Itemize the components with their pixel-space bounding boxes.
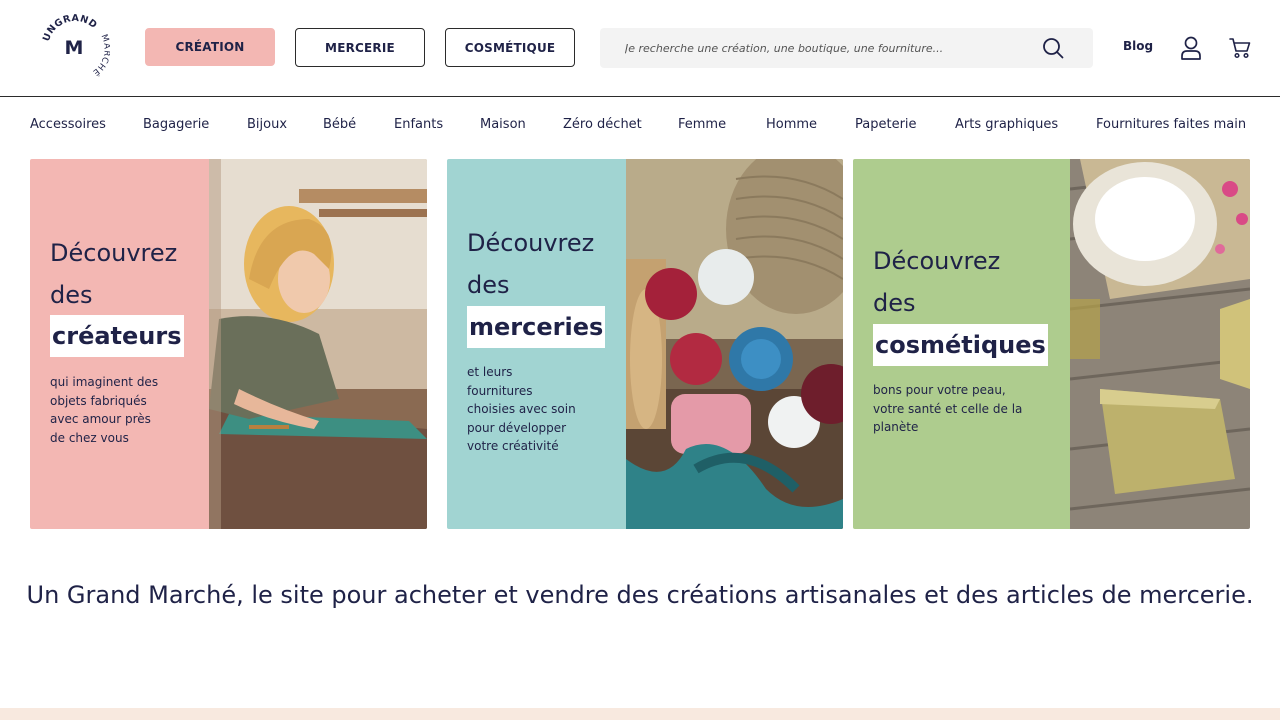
search-bar (600, 28, 1093, 68)
desc-line: qui imaginent des (50, 375, 159, 389)
desc-line: de chez vous (50, 430, 129, 445)
tagline: Un Grand Marché, le site pour acheter et… (26, 581, 1254, 609)
search-input[interactable] (600, 28, 1040, 68)
desc-line: votre créativité (467, 439, 559, 453)
creation-button[interactable]: CRÉATION (145, 28, 275, 66)
nav-item-enfants[interactable]: Enfants (394, 117, 443, 132)
card-createurs[interactable]: Découvrez des créateurs qui imaginent de… (30, 159, 427, 529)
card-cosmetiques[interactable]: Découvrez des cosmétiques bons pour votr… (853, 159, 1250, 529)
desc-line: et leurs (467, 365, 513, 379)
card-title-line1: Découvrez (873, 247, 1001, 275)
cosmetique-photo (1070, 159, 1250, 529)
nav-item-fournitures-faites-main[interactable]: Fournitures faites main (1096, 117, 1246, 132)
svg-text:MARCHÉ: MARCHÉ (90, 33, 110, 79)
desc-line: objets fabriqués (50, 393, 147, 408)
mercerie-photo (626, 159, 843, 529)
desc-line: bons pour votre peau, (873, 383, 1006, 397)
search-icon[interactable] (1042, 37, 1064, 59)
desc-line: fournitures (467, 383, 533, 398)
nav-item-bagagerie[interactable]: Bagagerie (143, 117, 209, 132)
desc-line: pour développer (467, 420, 567, 435)
logo-mark: UNGRAND MARCHÉ M (41, 14, 110, 79)
nav-item-arts-graphiques[interactable]: Arts graphiques (955, 117, 1058, 132)
mercerie-button[interactable]: MERCERIE (295, 28, 425, 67)
card-highlight: merceries (467, 306, 606, 348)
blog-link[interactable]: Blog (1123, 39, 1153, 53)
nav-item-homme[interactable]: Homme (766, 117, 817, 132)
card-title-line2: des (873, 289, 916, 317)
desc-line: votre santé et celle de la (873, 401, 1023, 416)
site-header: UNGRAND MARCHÉ M CRÉATION MERCERIE COSMÉ… (0, 0, 1280, 97)
card-highlight: créateurs (50, 315, 184, 357)
createur-photo (209, 159, 427, 529)
logo[interactable]: UNGRAND MARCHÉ M (40, 14, 110, 82)
card-title-line1: Découvrez (50, 239, 178, 267)
card-description: bons pour votre peau, votre santé et cel… (873, 381, 1022, 437)
card-merceries[interactable]: Découvrez des merceries et leurs fournit… (447, 159, 843, 529)
desc-line: avec amour près (50, 412, 151, 426)
card-description: et leurs fournitures choisies avec soin … (467, 363, 576, 456)
card-highlight: cosmétiques (873, 324, 1048, 366)
logo-bottom-text: MARCHÉ (90, 33, 110, 79)
nav-item-papeterie[interactable]: Papeterie (855, 117, 917, 132)
nav-item-bijoux[interactable]: Bijoux (247, 117, 287, 132)
desc-line: planète (873, 420, 919, 434)
cart-icon[interactable] (1229, 37, 1251, 59)
card-title-line1: Découvrez (467, 229, 595, 257)
nav-item-maison[interactable]: Maison (480, 117, 526, 132)
user-icon[interactable] (1180, 36, 1202, 60)
card-title-line2: des (50, 281, 93, 309)
logo-center-text: M (65, 37, 84, 59)
footer-band (0, 708, 1280, 720)
card-description: qui imaginent des objets fabriqués avec … (50, 373, 158, 447)
desc-line: choisies avec soin (467, 402, 576, 416)
nav-item-accessoires[interactable]: Accessoires (30, 117, 106, 132)
card-title-line2: des (467, 271, 510, 299)
category-nav: Accessoires Bagagerie Bijoux Bébé Enfant… (0, 97, 1280, 155)
nav-item-femme[interactable]: Femme (678, 117, 726, 132)
nav-item-bebe[interactable]: Bébé (323, 117, 356, 132)
cosmetique-button[interactable]: COSMÉTIQUE (445, 28, 575, 67)
nav-item-zero-dechet[interactable]: Zéro déchet (563, 117, 642, 132)
